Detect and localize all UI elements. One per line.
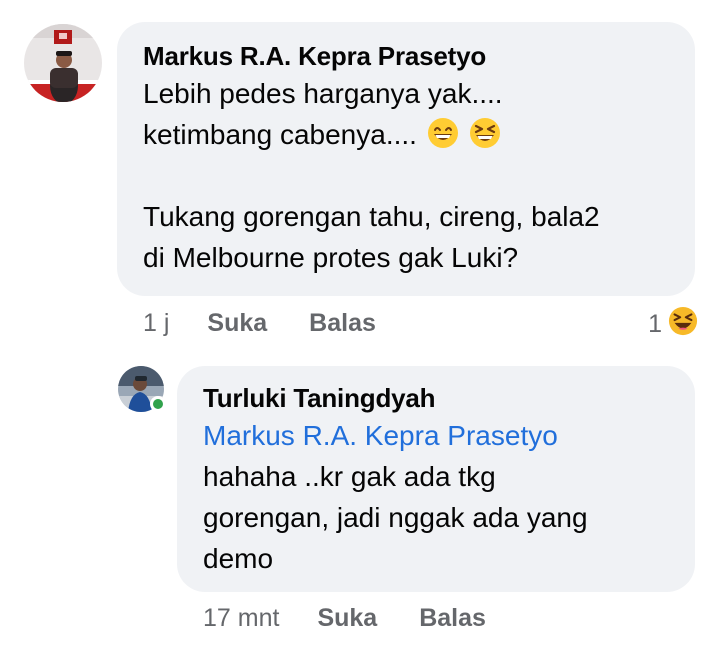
comment-text: ketimbang cabenya.... xyxy=(143,119,417,150)
reply-actions: 17 mnt Suka Balas xyxy=(203,604,528,633)
comment-text-line: di Melbourne protes gak Luki? xyxy=(143,242,519,273)
reply-bubble: Turluki Taningdyah Markus R.A. Kepra Pra… xyxy=(177,366,695,592)
reaction-count: 1 xyxy=(648,310,662,338)
comment-text-line: Lebih pedes harganya yak.... xyxy=(143,78,503,109)
reply-text-line: gorengan, jadi nggak ada yang xyxy=(203,502,588,533)
comment-text-line: ketimbang cabenya.... xyxy=(143,114,669,155)
online-status-indicator xyxy=(150,396,166,412)
like-button[interactable]: Suka xyxy=(317,604,377,633)
comment-bubble: Markus R.A. Kepra Prasetyo Lebih pedes h… xyxy=(117,22,695,296)
grin-emoji-icon xyxy=(427,117,459,149)
reply-button[interactable]: Balas xyxy=(309,309,376,338)
reply-text-line: hahaha ..kr gak ada tkg xyxy=(203,461,496,492)
reply-author[interactable]: Turluki Taningdyah xyxy=(203,381,669,415)
reply-timestamp[interactable]: 17 mnt xyxy=(203,604,279,633)
mention-link[interactable]: Markus R.A. Kepra Prasetyo xyxy=(203,415,669,456)
like-button[interactable]: Suka xyxy=(207,309,267,338)
commenter-avatar[interactable] xyxy=(24,24,102,102)
comment-timestamp[interactable]: 1 j xyxy=(143,309,169,338)
laughing-emoji-icon xyxy=(469,117,501,149)
comment-author[interactable]: Markus R.A. Kepra Prasetyo xyxy=(143,39,669,73)
replier-avatar[interactable] xyxy=(118,366,166,412)
comment-text-line: Tukang gorengan tahu, cireng, bala2 xyxy=(143,201,600,232)
reply-text-line: demo xyxy=(203,543,274,574)
comment-actions: 1 j Suka Balas xyxy=(143,309,418,338)
reaction-summary[interactable]: 1 xyxy=(648,306,698,343)
reply-button[interactable]: Balas xyxy=(419,604,486,633)
laughing-emoji-icon xyxy=(668,306,698,343)
